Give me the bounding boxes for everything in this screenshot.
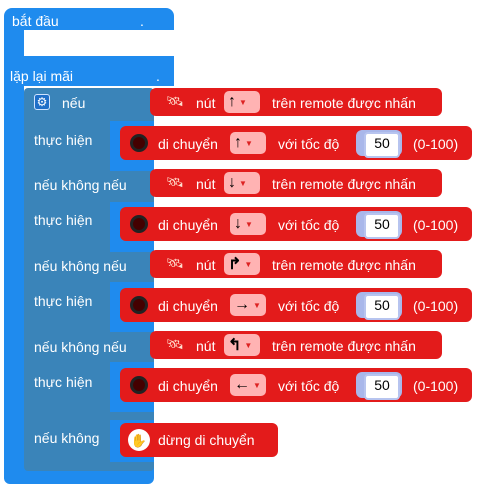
remote-icon: 🛰 <box>166 174 184 190</box>
hand-stop-icon: ✋ <box>128 429 150 451</box>
speed-range: (0-100) <box>413 298 459 314</box>
direction-dropdown[interactable]: ↑ ▼ <box>224 91 260 113</box>
forever-block-label: lặp lại mãi <box>10 68 74 84</box>
speed-range: (0-100) <box>413 136 459 152</box>
chevron-down-icon: ▼ <box>239 178 247 188</box>
condition-suffix: trên remote được nhấn <box>272 95 416 111</box>
speed-input[interactable]: 50 <box>364 132 400 158</box>
move-label: di chuyển <box>158 217 218 233</box>
gear-icon[interactable]: ⚙ <box>34 94 50 110</box>
start-block-body <box>4 30 24 56</box>
remote-icon: 🛰 <box>166 336 184 352</box>
chevron-down-icon: ▼ <box>253 300 261 310</box>
chevron-down-icon: ▼ <box>245 219 253 229</box>
chevron-down-icon: ▼ <box>244 259 253 269</box>
condition-button-label: nút <box>196 257 216 273</box>
speed-range: (0-100) <box>413 378 459 394</box>
direction-dropdown[interactable]: → ▼ <box>230 294 266 316</box>
condition-button-label: nút <box>196 176 216 192</box>
direction-dropdown[interactable]: ← ▼ <box>230 374 266 396</box>
forever-block-dot: . <box>156 68 160 84</box>
else-label: nếu không <box>34 430 100 446</box>
wheel-icon <box>130 134 148 152</box>
start-block-dot: . <box>140 13 144 29</box>
do-label: thực hiện <box>34 374 93 390</box>
speed-label: với tốc độ <box>278 217 340 233</box>
chevron-down-icon: ▼ <box>239 97 247 107</box>
if-label: nếu <box>62 95 86 111</box>
remote-icon: 🛰 <box>166 255 184 271</box>
speed-input-wrap: 50 <box>356 372 402 400</box>
condition-suffix: trên remote được nhấn <box>272 257 416 273</box>
do-label: thực hiện <box>34 132 93 148</box>
condition-suffix: trên remote được nhấn <box>272 338 416 354</box>
wheel-icon <box>130 215 148 233</box>
speed-input-wrap: 50 <box>356 130 402 158</box>
stop-move-label: dừng di chuyển <box>158 432 255 448</box>
direction-arrow: ↓ <box>234 215 242 232</box>
speed-input[interactable]: 50 <box>364 374 400 400</box>
speed-input-wrap: 50 <box>356 211 402 239</box>
chevron-down-icon: ▼ <box>253 380 261 390</box>
condition-suffix: trên remote được nhấn <box>272 176 416 192</box>
direction-arrow: ↰ <box>228 337 242 354</box>
direction-arrow: ← <box>234 376 250 393</box>
else-if-label: nếu không nếu <box>34 339 127 355</box>
do-label: thực hiện <box>34 212 93 228</box>
direction-dropdown[interactable]: ↰ ▼ <box>224 334 260 356</box>
speed-label: với tốc độ <box>278 298 340 314</box>
move-label: di chuyển <box>158 136 218 152</box>
condition-button-label: nút <box>196 338 216 354</box>
start-block-label: bắt đầu <box>12 13 59 29</box>
chevron-down-icon: ▼ <box>245 138 253 148</box>
speed-label: với tốc độ <box>278 378 340 394</box>
chevron-down-icon: ▼ <box>244 340 253 350</box>
direction-arrow: → <box>234 296 250 313</box>
direction-arrow: ↑ <box>228 93 236 110</box>
move-label: di chuyển <box>158 378 218 394</box>
else-if-label: nếu không nếu <box>34 258 127 274</box>
else-if-label: nếu không nếu <box>34 177 127 193</box>
direction-dropdown[interactable]: ↓ ▼ <box>224 172 260 194</box>
direction-dropdown[interactable]: ↑ ▼ <box>230 132 266 154</box>
speed-range: (0-100) <box>413 217 459 233</box>
direction-arrow: ↱ <box>228 256 242 273</box>
direction-arrow: ↓ <box>228 174 236 191</box>
speed-input-wrap: 50 <box>356 292 402 320</box>
direction-dropdown[interactable]: ↱ ▼ <box>224 253 260 275</box>
remote-icon: 🛰 <box>166 93 184 109</box>
wheel-icon <box>130 376 148 394</box>
move-label: di chuyển <box>158 298 218 314</box>
condition-button-label: nút <box>196 95 216 111</box>
direction-dropdown[interactable]: ↓ ▼ <box>230 213 266 235</box>
speed-label: với tốc độ <box>278 136 340 152</box>
speed-input[interactable]: 50 <box>364 213 400 239</box>
direction-arrow: ↑ <box>234 134 242 151</box>
speed-input[interactable]: 50 <box>364 294 400 320</box>
wheel-icon <box>130 296 148 314</box>
forever-block-arm <box>4 86 24 474</box>
do-label: thực hiện <box>34 293 93 309</box>
